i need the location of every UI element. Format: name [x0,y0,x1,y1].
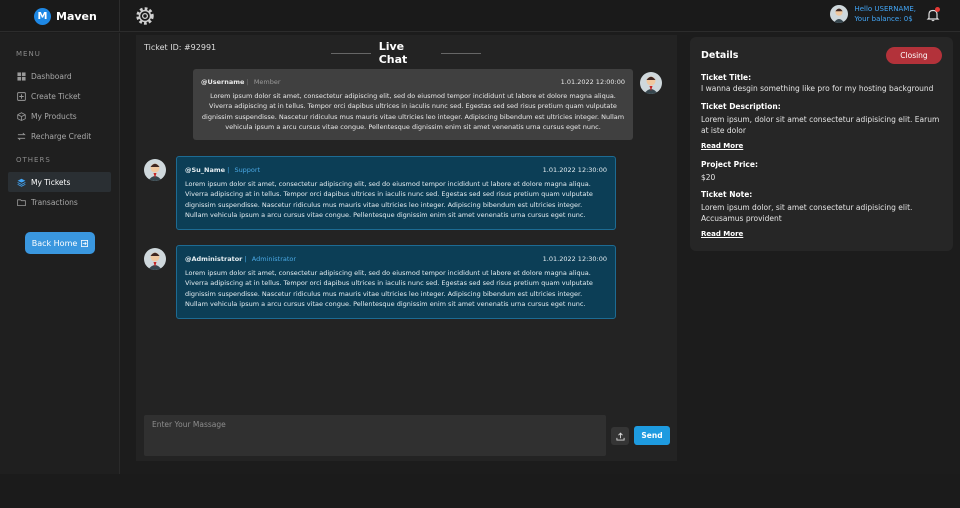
folder-icon [17,198,26,206]
notification-badge [935,7,940,12]
balance-text: Your balance: 0$ [854,15,913,23]
chat-message-member: @Username | Member 1.01.2022 12:00:00 Lo… [193,69,633,140]
ticket-title-label: Ticket Title: [701,73,752,82]
message-text: Lorem ipsum dolor sit amet, consectetur … [201,91,625,132]
ticket-note-value: Lorem ipsum dolor, sit amet consectetur … [701,203,913,223]
sidebar-item-transactions[interactable]: Transactions [0,192,111,212]
top-bar: M Maven Hello USERNAME, Your balance: 0$ [0,0,960,32]
message-header: @Administrator | Administrator 1.01.2022… [185,255,607,263]
ticket-description-block: Ticket Description: Lorem ipsum, dolor s… [701,101,943,152]
user-area: Hello USERNAME, Your balance: 0$ [830,4,940,24]
menu-section-label: MENU [16,50,41,58]
gear-icon[interactable] [134,5,156,27]
brand[interactable]: M Maven [0,0,120,32]
sidebar-item-label: Transactions [31,197,78,207]
chat-title: Live Chat [331,40,482,66]
message-username: @Username [201,78,245,86]
message-header: @Username | Member 1.01.2022 12:00:00 [201,78,625,86]
send-button[interactable]: Send [634,426,670,445]
chat-panel: Ticket ID: #92991 Live Chat @Username | … [136,35,677,461]
chat-message-support: @Su_Name | Support 1.01.2022 12:30:00 Lo… [176,156,616,230]
sidebar-item-label: Create Ticket [31,91,81,101]
admin-avatar[interactable] [144,248,166,270]
message-text: Lorem ipsum dolor sit amet, consectetur … [185,179,593,220]
others-section-label: OTHERS [16,156,51,164]
greeting-text: Hello USERNAME, [854,5,916,13]
upload-icon [615,432,625,441]
sidebar-item-my-products[interactable]: My Products [0,106,111,126]
message-date: 1.01.2022 12:30:00 [542,166,607,174]
sidebar-item-recharge-credit[interactable]: Recharge Credit [0,126,111,146]
message-date: 1.01.2022 12:30:00 [542,255,607,263]
message-input-placeholder: Enter Your Massage [152,420,226,429]
ticket-description-label: Ticket Description: [701,102,781,111]
sidebar: MENU Dashboard Create Ticket My Products… [0,33,120,474]
ticket-title-value: I wanna desgin something like pro for my… [701,84,934,93]
message-role: Administrator [251,255,297,263]
project-price-label: Project Price: [701,160,758,169]
dashboard-icon [17,71,26,81]
sidebar-item-label: My Tickets [31,177,71,187]
plus-square-icon [17,91,26,101]
read-more-link-note[interactable]: Read More [701,229,943,240]
sidebar-item-create-ticket[interactable]: Create Ticket [0,86,111,106]
back-home-label: Back Home [31,238,78,248]
sidebar-item-label: Dashboard [31,71,72,81]
exchange-icon [17,132,26,140]
ticket-description-value: Lorem ipsum, dolor sit amet consectetur … [701,115,940,135]
footer-area [0,474,960,508]
details-title: Details [701,50,739,61]
ticket-note-block: Ticket Note: Lorem ipsum dolor, sit amet… [701,189,943,240]
details-panel: Details Closing Ticket Title: I wanna de… [690,37,953,251]
message-date: 1.01.2022 12:00:00 [560,78,625,86]
brand-name: Maven [56,9,97,23]
project-price-block: Project Price: $20 [701,159,943,183]
external-square-icon [81,239,89,247]
member-avatar[interactable] [640,72,662,94]
upload-button[interactable] [611,427,629,445]
sidebar-item-label: My Products [31,111,77,121]
project-price-value: $20 [701,173,716,182]
ticket-title-block: Ticket Title: I wanna desgin something l… [701,72,943,94]
notifications-button[interactable] [926,7,940,22]
user-info: Hello USERNAME, Your balance: 0$ [854,4,916,24]
user-avatar[interactable] [830,5,849,23]
message-text: Lorem ipsum dolor sit amet, consectetur … [185,268,593,309]
back-home-button[interactable]: Back Home [25,232,95,254]
message-input[interactable]: Enter Your Massage [144,415,606,456]
sidebar-item-my-tickets[interactable]: My Tickets [8,172,111,192]
support-avatar[interactable] [144,159,166,181]
status-badge[interactable]: Closing [886,47,942,64]
read-more-link-description[interactable]: Read More [701,141,943,152]
title-divider-right [441,52,482,54]
title-divider-left [331,52,371,54]
chat-title-text: Live Chat [378,40,408,66]
chat-message-admin: @Administrator | Administrator 1.01.2022… [176,245,616,319]
message-role: Member [253,78,281,86]
sidebar-item-label: Recharge Credit [31,131,92,141]
layers-icon [17,178,26,187]
message-username: @Administrator [185,255,243,263]
sidebar-item-dashboard[interactable]: Dashboard [0,66,111,86]
message-header: @Su_Name | Support 1.01.2022 12:30:00 [185,166,607,174]
box-icon [17,111,26,121]
ticket-note-label: Ticket Note: [701,190,753,199]
ticket-id: Ticket ID: #92991 [144,43,217,52]
message-role: Support [234,166,261,174]
brand-logo-icon: M [34,7,51,25]
message-username: @Su_Name [185,166,226,174]
